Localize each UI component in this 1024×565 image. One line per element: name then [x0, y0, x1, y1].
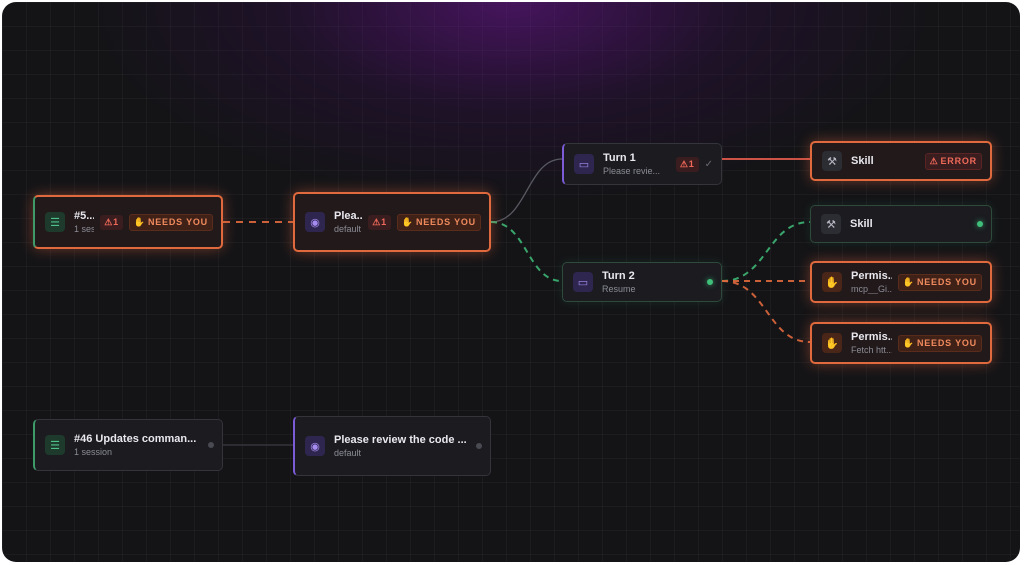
needs-you-label: NEEDS YOU [916, 277, 977, 287]
hand-icon: ✋ [133, 216, 146, 227]
task-title: #5... [74, 210, 95, 222]
needs-you-label: NEEDS YOU [147, 217, 208, 227]
warning-count-badge: ⚠1 [368, 214, 391, 230]
permission-title: Permis... [851, 270, 892, 282]
graph-canvas[interactable]: ☰ #5... 1 ses... ⚠1 ✋NEEDS YOU ◉ Plea...… [2, 2, 1020, 562]
session-title: Plea... [334, 210, 362, 222]
chat-icon: ▭ [574, 154, 594, 174]
wrench-icon: ⚒ [821, 214, 841, 234]
chat-icon: ▭ [573, 272, 593, 292]
needs-you-badge: ✋ NEEDS YOU [897, 334, 982, 352]
list-icon: ☰ [45, 212, 65, 232]
edge-session-turn1 [490, 158, 563, 223]
skill-title: Skill [850, 218, 873, 230]
skill-title: Skill [851, 155, 874, 167]
turn-node-1[interactable]: ▭ Turn 1 Please revie... ⚠1 ✓ [562, 143, 722, 185]
task-node-top[interactable]: ☰ #5... 1 ses... ⚠1 ✋NEEDS YOU [33, 195, 223, 249]
permission-subtitle: mcp__Gi... [851, 284, 892, 294]
needs-you-badge: ✋ NEEDS YOU [897, 273, 982, 291]
bot-icon: ◉ [305, 436, 325, 456]
edge-session-turn2 [490, 221, 563, 282]
turn-subtitle: Please revie... [603, 166, 661, 176]
turn-subtitle: Resume [602, 284, 636, 294]
hand-icon: ✋ [822, 272, 842, 292]
task-title: #46 Updates comman... [74, 433, 197, 445]
check-icon: ✓ [704, 158, 713, 170]
skill-node-error[interactable]: ⚒ Skill ⚠ ERROR [810, 141, 992, 181]
turn-node-2[interactable]: ▭ Turn 2 Resume [562, 262, 722, 302]
turn-title: Turn 1 [603, 152, 636, 164]
permission-subtitle: Fetch htt... [851, 345, 892, 355]
active-status-dot [977, 221, 983, 227]
session-title: Please review the code ... [334, 434, 467, 446]
permission-node-2[interactable]: ✋ Permis... Fetch htt... ✋NEEDS YOU [810, 322, 992, 364]
needs-you-badge: ✋ NEEDS YOU [396, 213, 481, 231]
edge-turn2-perm2 [721, 280, 811, 343]
session-subtitle: default [334, 448, 362, 458]
wrench-icon: ⚒ [822, 151, 842, 171]
task-node-bottom[interactable]: ☰ #46 Updates comman... 1 session [33, 419, 223, 471]
task-subtitle: 1 session [74, 447, 113, 457]
needs-you-label: NEEDS YOU [415, 217, 476, 227]
error-label: ERROR [940, 156, 977, 166]
hand-icon: ✋ [401, 216, 414, 227]
warning-count-badge: ⚠1 [100, 214, 123, 230]
skill-node[interactable]: ⚒ Skill [810, 205, 992, 243]
session-subtitle: default [334, 224, 362, 234]
hand-icon: ✋ [902, 337, 915, 348]
bot-icon: ◉ [305, 212, 325, 232]
hand-icon: ✋ [822, 333, 842, 353]
idle-status-dot [476, 443, 482, 449]
list-icon: ☰ [45, 435, 65, 455]
error-badge: ⚠ ERROR [924, 152, 982, 170]
active-status-dot [707, 279, 713, 285]
warning-icon: ⚠ [929, 155, 939, 166]
needs-you-badge: ✋ NEEDS YOU [128, 213, 213, 231]
permission-title: Permis... [851, 331, 892, 343]
turn-title: Turn 2 [602, 270, 635, 282]
idle-status-dot [208, 442, 214, 448]
hand-icon: ✋ [902, 276, 915, 287]
edge-turn2-skill [721, 221, 811, 282]
session-node-top[interactable]: ◉ Plea... default ⚠1 ✋NEEDS YOU [293, 192, 491, 252]
task-subtitle: 1 ses... [74, 224, 95, 234]
warning-count-badge: ⚠1 [675, 156, 699, 172]
permission-node-1[interactable]: ✋ Permis... mcp__Gi... ✋NEEDS YOU [810, 261, 992, 303]
session-node-bottom[interactable]: ◉ Please review the code ... default [293, 416, 491, 476]
needs-you-label: NEEDS YOU [916, 338, 977, 348]
